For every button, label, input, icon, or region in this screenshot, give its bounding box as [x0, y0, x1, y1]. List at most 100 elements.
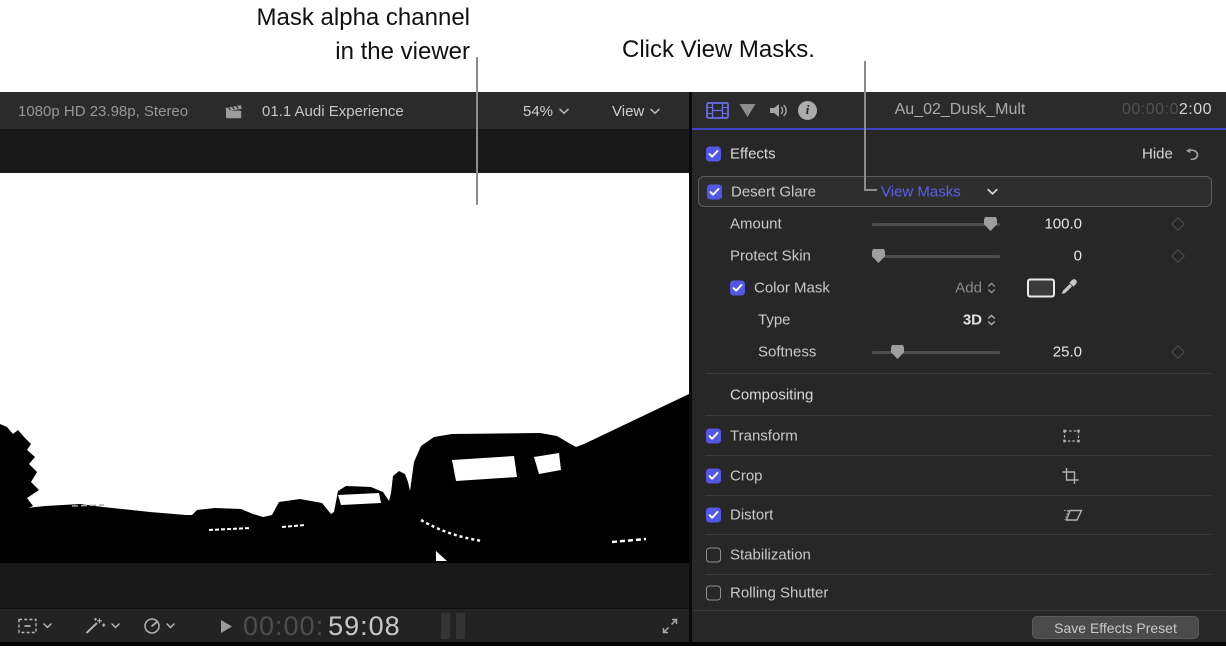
- slider-thumb[interactable]: [891, 345, 904, 359]
- chevron-down-icon: [650, 108, 661, 114]
- crop-onscreen-button[interactable]: [1062, 467, 1079, 484]
- protect-skin-row: Protect Skin 0: [692, 240, 1226, 272]
- effects-header-row: Effects Hide: [692, 136, 1226, 172]
- viewer-timecode[interactable]: 00:00: 59:08: [243, 609, 401, 643]
- distort-checkbox[interactable]: [706, 507, 721, 523]
- compositing-label: Compositing: [730, 386, 814, 404]
- viewer-view-menu[interactable]: View: [612, 92, 661, 130]
- masks-callout-tick: [864, 189, 877, 191]
- speaker-icon: [770, 103, 787, 117]
- viewer-pane: 1080p HD 23.98p, Stereo 01.1 Audi Experi…: [0, 92, 689, 642]
- info-inspector-tab[interactable]: i: [798, 92, 817, 128]
- desert-glare-checkbox[interactable]: [707, 184, 722, 199]
- protect-skin-value[interactable]: 0: [982, 248, 1082, 265]
- crop-icon: [1062, 467, 1079, 484]
- expand-viewer-button[interactable]: [661, 609, 679, 643]
- viewer-callout-text: Mask alpha channel in the viewer: [150, 1, 470, 69]
- amount-row: Amount 100.0: [692, 208, 1226, 240]
- eyedropper-button[interactable]: [1060, 278, 1080, 298]
- distort-icon: [1064, 509, 1083, 521]
- color-well[interactable]: [1027, 278, 1055, 298]
- chevron-down-icon: [111, 623, 120, 629]
- blend-mode-dropdown[interactable]: Add: [872, 280, 996, 297]
- stabilization-row: Stabilization: [692, 535, 1226, 574]
- distort-onscreen-button[interactable]: [1062, 507, 1083, 523]
- view-masks-chevron[interactable]: [987, 188, 998, 195]
- amount-value[interactable]: 100.0: [982, 216, 1082, 233]
- divider: [692, 610, 1226, 611]
- clip-duration-bright: 2:00: [1178, 101, 1212, 118]
- blend-mode-value: Add: [955, 279, 982, 297]
- save-effects-preset-button[interactable]: Save Effects Preset: [1032, 616, 1199, 639]
- desert-glare-effect-row[interactable]: Desert Glare View Masks: [698, 176, 1212, 207]
- view-masks-button[interactable]: View Masks: [881, 183, 961, 200]
- effects-checkbox[interactable]: [706, 146, 721, 162]
- viewer-view-label: View: [612, 102, 645, 120]
- viewer-bottombar: 00:00: 59:08: [0, 608, 689, 642]
- clip-duration-dim: 00:00:0: [1121, 101, 1179, 118]
- inspector-timecode: 00:00:0 2:00: [1122, 92, 1212, 128]
- softness-label: Softness: [758, 343, 817, 361]
- amount-slider[interactable]: [872, 217, 1000, 231]
- reset-effects-button[interactable]: [1183, 147, 1200, 161]
- rolling-shutter-checkbox[interactable]: [706, 585, 721, 600]
- compositing-row: Compositing: [692, 376, 1226, 414]
- viewer-zoom-menu[interactable]: 54%: [523, 92, 569, 130]
- color-mask-label: Color Mask: [754, 279, 830, 297]
- speedometer-icon: [144, 618, 160, 634]
- magic-wand-icon: [86, 618, 106, 634]
- up-down-chevrons-icon: [987, 314, 996, 326]
- effects-tab[interactable]: [738, 92, 757, 128]
- slider-track: [872, 255, 1000, 258]
- viewer-topbar: 1080p HD 23.98p, Stereo 01.1 Audi Experi…: [0, 92, 689, 130]
- fcp-window: 1080p HD 23.98p, Stereo 01.1 Audi Experi…: [0, 92, 1226, 646]
- crop-checkbox[interactable]: [706, 468, 721, 483]
- keyframe-diamond-icon[interactable]: [1170, 216, 1186, 232]
- transform-onscreen-button[interactable]: [1062, 428, 1081, 443]
- type-dropdown[interactable]: 3D: [872, 312, 996, 329]
- protect-skin-slider[interactable]: [872, 249, 1000, 263]
- retime-menu[interactable]: [142, 609, 175, 643]
- protect-skin-label: Protect Skin: [730, 247, 811, 265]
- rolling-shutter-label: Rolling Shutter: [730, 584, 829, 601]
- softness-slider[interactable]: [872, 345, 1000, 359]
- play-button[interactable]: [220, 609, 233, 643]
- eyedropper-icon: [1062, 279, 1077, 294]
- slider-thumb[interactable]: [872, 249, 885, 263]
- stabilization-checkbox[interactable]: [706, 547, 721, 562]
- overlay-tools-menu[interactable]: [16, 609, 52, 643]
- info-icon: i: [798, 100, 817, 120]
- viewer-canvas-mask-alpha: [0, 173, 689, 563]
- film-strip-icon: [706, 101, 729, 119]
- dashed-rect-minus-icon: [18, 618, 37, 634]
- softness-value[interactable]: 25.0: [982, 344, 1082, 361]
- masks-callout-text: Click View Masks.: [622, 36, 815, 63]
- effects-section-label: Effects: [730, 145, 776, 163]
- masks-callout-line: [864, 61, 866, 191]
- video-inspector-tab[interactable]: [706, 92, 729, 128]
- stabilization-label: Stabilization: [730, 546, 811, 563]
- slider-track: [872, 223, 1000, 226]
- viewer-zoom-value: 54%: [523, 102, 554, 120]
- keyframe-diamond-icon[interactable]: [1170, 344, 1186, 360]
- transform-label: Transform: [730, 427, 798, 444]
- viewer-callout-line: [476, 57, 478, 205]
- page: Mask alpha channel in the viewer Click V…: [0, 0, 1226, 649]
- chevron-down-icon: [987, 188, 998, 195]
- distort-label: Distort: [730, 506, 774, 524]
- divider: [706, 373, 1212, 374]
- desert-glare-label: Desert Glare: [731, 183, 817, 200]
- enhancements-menu[interactable]: [84, 609, 120, 643]
- video-inspector: i Au_02_Dusk_Mult 00:00:0 2:00 Effects Hi…: [692, 92, 1226, 642]
- type-label: Type: [758, 311, 791, 329]
- play-icon: [221, 619, 232, 633]
- viewer-callout-line1: Mask alpha channel: [256, 4, 470, 31]
- hide-effects-button[interactable]: Hide: [1142, 146, 1173, 163]
- transform-checkbox[interactable]: [706, 428, 721, 443]
- crop-label: Crop: [730, 467, 763, 484]
- viewer-format-info: 1080p HD 23.98p, Stereo: [18, 102, 189, 120]
- distort-row: Distort: [692, 496, 1226, 534]
- color-mask-checkbox[interactable]: [730, 280, 745, 296]
- audio-inspector-tab[interactable]: [769, 92, 790, 128]
- keyframe-diamond-icon[interactable]: [1170, 248, 1186, 264]
